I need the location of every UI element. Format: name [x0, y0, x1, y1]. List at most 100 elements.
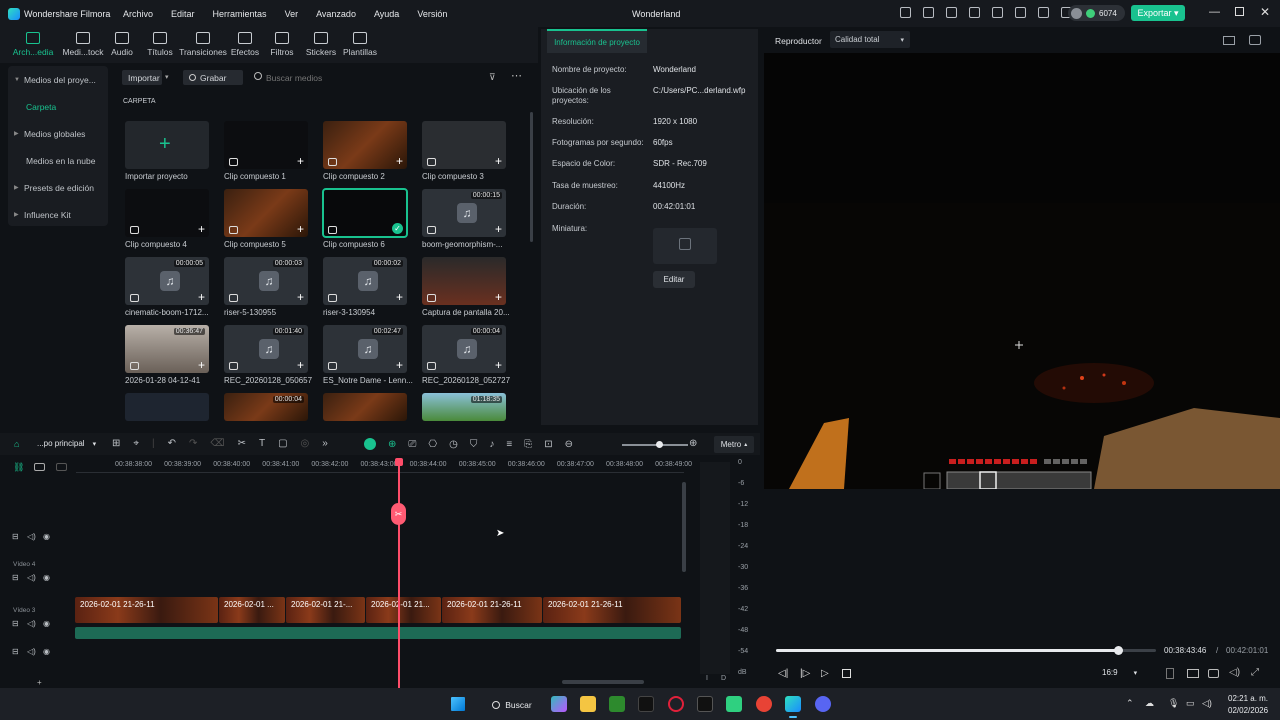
timeline-clip[interactable]: 2026-02-01 21-26-11 [75, 597, 218, 623]
tray-network-icon[interactable]: ▭ [1186, 698, 1195, 709]
timeline-clip[interactable]: 2026-02-01 21... [366, 597, 441, 623]
track-visibility-icon[interactable]: ◉ [43, 532, 50, 541]
split-playhead-button[interactable]: ✂ [391, 503, 406, 525]
aspect-ratio-dropdown[interactable]: 16:9 ▾ [1102, 668, 1137, 677]
gift-icon[interactable] [900, 7, 911, 18]
add-to-timeline-icon[interactable]: + [297, 223, 304, 235]
media-item[interactable]: 00:36:47 + [125, 325, 209, 373]
media-item[interactable]: ♫ 00:00:05 + [125, 257, 209, 305]
timeline-clip[interactable]: 2026-02-01 21-26-11 [543, 597, 681, 623]
timeline-clip[interactable]: 2026-02-01 21-26-11 [442, 597, 542, 623]
menu-archivo[interactable]: Archivo [123, 9, 153, 19]
snapshot-icon[interactable] [1249, 35, 1261, 45]
save-icon[interactable] [992, 7, 1003, 18]
mixer-icon[interactable]: ≡ [506, 439, 512, 450]
taskbar-date[interactable]: 02/02/2026 [1228, 706, 1268, 715]
camera-icon[interactable] [1208, 669, 1219, 678]
crop-icon[interactable] [1166, 668, 1174, 679]
taskbar-search[interactable]: Buscar [483, 696, 541, 713]
delete-icon[interactable]: ⌫ [210, 438, 224, 449]
timeline-clip[interactable]: 2026-02-01 21-... [286, 597, 365, 623]
more-tools-icon[interactable]: » [322, 438, 328, 449]
split-icon[interactable]: ✂ [238, 438, 246, 449]
track-mute-icon[interactable]: ◁) [27, 647, 36, 656]
stop-icon[interactable] [842, 669, 851, 678]
media-item[interactable]: + [224, 189, 308, 237]
zoom-in-icon[interactable]: ⊕ [689, 438, 697, 449]
taskbar-time[interactable]: 02:21 a. m. [1228, 694, 1268, 703]
tab-project-info[interactable]: Información de proyecto [547, 29, 647, 53]
prev-frame-icon[interactable]: ◁| [778, 668, 788, 679]
tray-chevron-up-icon[interactable]: ⌃ [1126, 698, 1134, 709]
settings-icon[interactable] [1038, 7, 1049, 18]
menu-editar[interactable]: Editar [171, 9, 195, 19]
menu-ayuda[interactable]: Ayuda [374, 9, 399, 19]
file-explorer-icon[interactable] [580, 696, 596, 712]
add-to-timeline-icon[interactable]: + [495, 291, 502, 303]
add-to-timeline-icon[interactable]: + [297, 155, 304, 167]
import-dropdown[interactable]: Importar [122, 70, 162, 85]
thumbnail-preview[interactable] [653, 228, 717, 264]
menu-herramientas[interactable]: Herramientas [213, 9, 267, 19]
opera-icon[interactable] [668, 696, 684, 712]
monitor-icon[interactable] [1187, 669, 1199, 678]
sidebar-item-influence-kit[interactable]: ▶ Influence Kit [8, 201, 108, 228]
import-project-tile[interactable]: + [125, 121, 209, 169]
xbox-icon[interactable] [609, 696, 625, 712]
export-button[interactable]: Exportar ▾ [1131, 5, 1185, 21]
media-item[interactable]: + [422, 121, 506, 169]
undo-icon[interactable]: ↶ [168, 438, 176, 449]
more-icon[interactable]: ⋯ [511, 69, 522, 82]
add-to-timeline-icon[interactable]: + [198, 291, 205, 303]
quality-dropdown[interactable]: Calidad total ▾ [830, 31, 910, 48]
media-item[interactable]: + [125, 189, 209, 237]
menu-version[interactable]: Versión [417, 9, 447, 19]
ai-icon[interactable]: ⎔ [428, 439, 437, 450]
subtitle-icon[interactable]: ⎘ [524, 439, 532, 450]
media-item[interactable] [125, 393, 209, 421]
magnet-icon[interactable] [364, 438, 376, 450]
fit-icon[interactable]: ⊡ [544, 439, 552, 450]
next-frame-icon[interactable]: |▷ [800, 668, 810, 679]
sidebar-item-global-media[interactable]: ▶ Medios globales [8, 120, 108, 147]
crop-icon[interactable]: ▢ [278, 438, 287, 449]
cloud-icon[interactable] [1015, 7, 1026, 18]
send-icon[interactable] [923, 7, 934, 18]
discord-icon[interactable] [815, 696, 831, 712]
tiktok-icon[interactable] [638, 696, 654, 712]
media-item[interactable] [323, 393, 407, 421]
timeline-vscroll[interactable] [682, 482, 686, 572]
redo-icon[interactable]: ↷ [189, 438, 197, 449]
add-to-timeline-icon[interactable]: + [396, 359, 403, 371]
media-item[interactable]: + [224, 121, 308, 169]
media-item[interactable]: + [422, 257, 506, 305]
filmora-taskbar-icon[interactable] [785, 696, 801, 712]
zoom-out-icon[interactable]: ⊖ [565, 439, 573, 450]
tray-volume-icon[interactable]: ◁) [1202, 698, 1212, 709]
filter-icon[interactable]: ⊽ [489, 72, 496, 83]
tab-filters[interactable]: Filtros [267, 32, 297, 57]
select-icon[interactable]: ⌖ [133, 438, 139, 449]
track-lock-icon[interactable]: ⊟ [12, 647, 19, 656]
credits-badge[interactable]: 6074 [1068, 5, 1125, 21]
sidebar-item-project-media[interactable]: ▼ Medios del proye... [8, 66, 108, 93]
track-visibility-icon[interactable]: ◉ [43, 573, 50, 582]
link-tracks-icon[interactable]: ⛓ [13, 462, 24, 473]
gamebar-icon[interactable] [726, 696, 742, 712]
tray-cloud-icon[interactable]: ☁ [1145, 698, 1154, 709]
add-track-icon[interactable] [34, 463, 45, 471]
sequence-dropdown[interactable]: ...po principal ▾ [37, 439, 96, 448]
copilot-icon[interactable] [551, 696, 567, 712]
track-lock-icon[interactable]: ⊟ [12, 573, 19, 582]
track-mute-icon[interactable]: ◁) [27, 619, 36, 628]
add-to-timeline-icon[interactable]: + [495, 359, 502, 371]
add-to-timeline-icon[interactable]: + [297, 291, 304, 303]
tab-stickers[interactable]: Stickers [304, 32, 338, 57]
tab-transitions[interactable]: Transiciones [179, 32, 227, 57]
track-lock-icon[interactable]: ⊟ [12, 532, 19, 541]
tab-stock[interactable]: Medi...tock [62, 32, 104, 57]
media-item[interactable]: 00:00:04 [224, 393, 308, 421]
media-item[interactable]: + [323, 121, 407, 169]
sidebar-item-folder[interactable]: Carpeta [8, 93, 108, 120]
render-icon[interactable]: ◷ [449, 439, 458, 450]
